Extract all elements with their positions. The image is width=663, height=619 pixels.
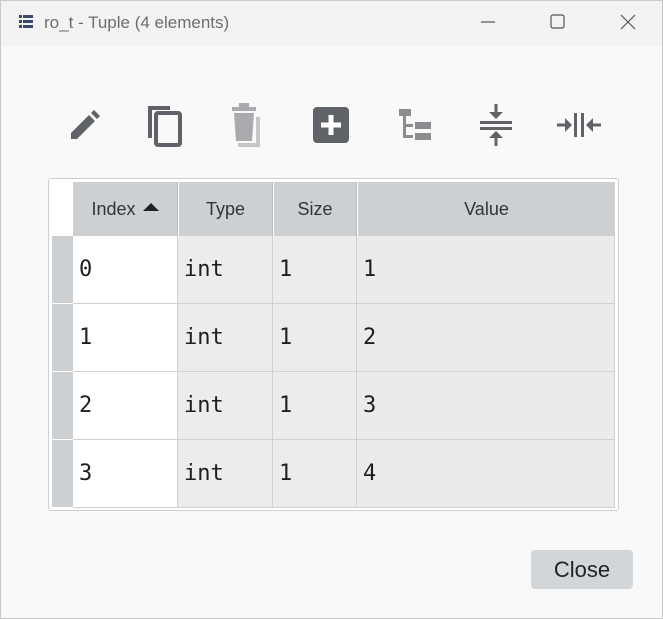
resize-columns-button[interactable] <box>553 101 605 153</box>
table-list-icon <box>19 15 33 28</box>
row-header[interactable] <box>52 304 73 372</box>
cell-value[interactable]: 3 <box>357 372 615 440</box>
column-header-label: Value <box>464 198 509 219</box>
minimize-button[interactable] <box>465 9 511 39</box>
cell-value[interactable]: 4 <box>357 440 615 508</box>
copy-button[interactable] <box>138 101 190 153</box>
row-header[interactable] <box>52 236 73 304</box>
column-header-index[interactable]: Index <box>73 182 178 236</box>
column-header-size[interactable]: Size <box>274 182 357 236</box>
column-header-label: Type <box>205 198 246 219</box>
copy-icon <box>142 102 186 153</box>
toolbar <box>57 101 617 153</box>
table-corner <box>52 182 73 236</box>
delete-button[interactable] <box>220 101 272 153</box>
tree-icon <box>395 105 435 150</box>
close-icon <box>620 14 636 35</box>
maximize-icon <box>549 14 565 34</box>
cell-index[interactable]: 1 <box>73 304 178 372</box>
title-bar[interactable]: ro_t - Tuple (4 elements) <box>1 1 662 46</box>
sort-ascending-icon <box>142 203 159 211</box>
resize-rows-button[interactable] <box>470 101 522 153</box>
column-header-label: Index <box>91 198 136 219</box>
cell-type[interactable]: int <box>178 236 273 304</box>
column-header-type[interactable]: Type <box>179 182 273 236</box>
cell-size[interactable]: 1 <box>273 236 357 304</box>
edit-button[interactable] <box>57 101 109 153</box>
row-header[interactable] <box>52 372 73 440</box>
close-button[interactable]: Close <box>531 550 633 589</box>
toggle-tree-button[interactable] <box>389 101 441 153</box>
minimize-icon <box>481 15 495 34</box>
cell-size[interactable]: 1 <box>273 372 357 440</box>
trash-icon <box>224 101 268 154</box>
column-header-label: Size <box>297 198 333 219</box>
cell-index[interactable]: 3 <box>73 440 178 508</box>
column-header-value[interactable]: Value <box>358 182 615 236</box>
cell-value[interactable]: 2 <box>357 304 615 372</box>
cell-type[interactable]: int <box>178 372 273 440</box>
table-row[interactable]: 1 int 1 2 <box>52 304 615 372</box>
plus-square-icon <box>312 106 350 149</box>
cell-size[interactable]: 1 <box>273 304 357 372</box>
cell-size[interactable]: 1 <box>273 440 357 508</box>
collapse-vertical-icon <box>476 103 516 152</box>
window-title: ro_t - Tuple (4 elements) <box>44 13 230 32</box>
collapse-horizontal-icon <box>556 105 602 150</box>
insert-button[interactable] <box>305 101 357 153</box>
maximize-button[interactable] <box>534 9 580 39</box>
table-row[interactable]: 3 int 1 4 <box>52 440 615 508</box>
row-header[interactable] <box>52 440 73 508</box>
cell-type[interactable]: int <box>178 440 273 508</box>
tuple-table[interactable]: Index Type Size Value 0 int 1 1 1 int 1 … <box>48 178 619 511</box>
cell-index[interactable]: 0 <box>73 236 178 304</box>
table-row[interactable]: 0 int 1 1 <box>52 236 615 304</box>
tuple-editor-dialog: ro_t - Tuple (4 elements) Index Type Siz… <box>0 0 663 619</box>
cell-value[interactable]: 1 <box>357 236 615 304</box>
close-window-button[interactable] <box>605 9 651 39</box>
cell-index[interactable]: 2 <box>73 372 178 440</box>
pencil-icon <box>63 105 103 150</box>
cell-type[interactable]: int <box>178 304 273 372</box>
table-row[interactable]: 2 int 1 3 <box>52 372 615 440</box>
